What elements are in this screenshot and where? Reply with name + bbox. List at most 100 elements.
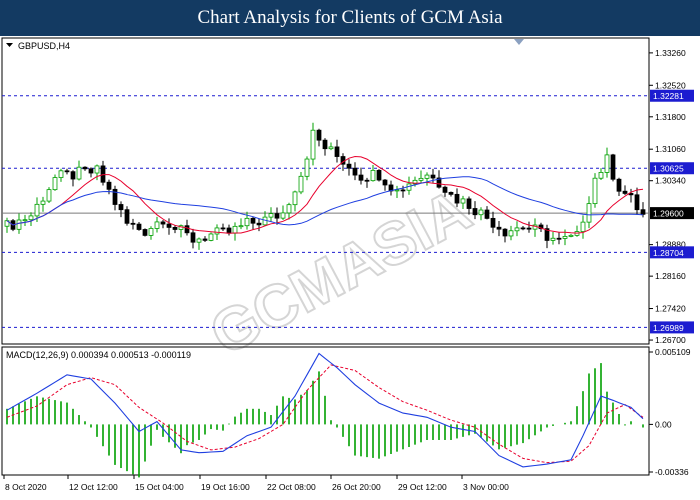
candle-body [550, 237, 556, 241]
candle-body [244, 217, 250, 227]
candle-body [502, 228, 508, 237]
candle-body [190, 232, 196, 243]
candle-body [172, 226, 178, 230]
candle-body [256, 222, 262, 226]
candle-body [418, 177, 424, 181]
candle-body [610, 154, 616, 180]
candle-body [622, 190, 628, 194]
candle-body [166, 223, 172, 228]
candle-body [136, 223, 142, 230]
level-label: 1.26989 [653, 323, 684, 333]
candle-body [358, 174, 364, 181]
candle-body [100, 165, 106, 183]
y-tick-label: 1.26700 [655, 335, 686, 345]
macd-y-tick-label: 0.00 [655, 419, 672, 429]
chart-area: GCMASIA 1.33260 1.32520 1.31800 1.31060 1.30… [1, 37, 694, 492]
candle-body [562, 236, 568, 239]
candle-body [106, 181, 112, 190]
candle-body [130, 222, 136, 225]
candle-body [490, 217, 496, 228]
y-tick-label: 1.27420 [655, 304, 686, 314]
candle-body [70, 171, 76, 180]
candle-body [568, 234, 574, 237]
candle-body [160, 221, 166, 225]
candle-body [472, 208, 478, 216]
y-tick-label: 1.32520 [655, 80, 686, 90]
candle-body [556, 237, 562, 240]
page-title: Chart Analysis for Clients of GCM Asia [0, 0, 700, 36]
candle-body [274, 213, 280, 219]
candle-body [598, 172, 604, 179]
candle-body [64, 170, 70, 173]
candle-body [58, 170, 64, 178]
candle-body [148, 228, 154, 236]
price-panel-title: GBPUSD,H4 [18, 41, 70, 51]
x-tick-label: 15 Oct 04:00 [135, 482, 184, 492]
x-tick-label: 3 Nov 00:00 [463, 482, 509, 492]
macd-y-tick-label: -0.00336 [655, 467, 689, 477]
watermark: GCMASIA [200, 176, 482, 368]
candle-body [226, 227, 232, 234]
candle-body [580, 221, 586, 232]
candle-body [220, 227, 226, 230]
candle-body [592, 177, 598, 205]
level-label: 1.28704 [653, 248, 684, 258]
y-tick-label: 1.30340 [655, 176, 686, 186]
candle-body [280, 212, 286, 219]
symbol-dropdown-icon[interactable] [6, 43, 13, 47]
candle-body [496, 226, 502, 230]
candle-body [238, 225, 244, 228]
candle-body [424, 174, 430, 179]
candle-body [346, 163, 352, 169]
candle-body [466, 198, 472, 209]
candle-body [76, 166, 82, 180]
chart-shift-marker[interactable] [514, 39, 524, 45]
candle-body [124, 209, 130, 224]
candle-body [292, 191, 298, 206]
slow-moving-average-line [6, 176, 644, 226]
y-tick-label: 1.28160 [655, 271, 686, 281]
candle-body [634, 194, 640, 211]
x-tick-label: 19 Oct 16:00 [201, 482, 250, 492]
x-tick-label: 26 Oct 20:00 [332, 482, 381, 492]
x-tick-label: 29 Oct 12:00 [398, 482, 447, 492]
candle-body [82, 166, 88, 170]
candle-body [298, 175, 304, 193]
candle-body [286, 204, 292, 214]
candle-body [88, 168, 94, 174]
candle-body [448, 191, 454, 195]
candle-body [430, 174, 436, 179]
candle-body [142, 229, 148, 236]
candle-body [184, 225, 190, 234]
candle-body [442, 186, 448, 193]
candle-body [454, 193, 460, 204]
candle-body [16, 219, 22, 230]
candle-body [526, 227, 532, 230]
chart-screenshot: Chart Analysis for Clients of GCM Asia G… [0, 0, 700, 500]
candle-body [196, 238, 202, 243]
candle-body [328, 146, 334, 150]
macd-layer [6, 352, 644, 478]
candle-body [508, 230, 514, 237]
macd-y-tick-label: 0.005109 [655, 347, 691, 357]
x-tick-label: 8 Oct 2020 [5, 482, 47, 492]
y-tick-label: 1.31060 [655, 144, 686, 154]
candle-body [118, 204, 124, 211]
candle-body [310, 129, 316, 160]
candle-body [316, 129, 322, 141]
y-tick-label: 1.33260 [655, 48, 686, 58]
level-label: 1.32281 [653, 91, 684, 101]
candle-body [202, 238, 208, 241]
candle-body [586, 203, 592, 223]
candle-body [40, 200, 46, 205]
candle-body [22, 219, 28, 222]
candle-body [46, 189, 52, 202]
candle-body [250, 217, 256, 224]
candle-body [232, 225, 238, 234]
candle-body [28, 215, 34, 221]
candle-body [640, 209, 646, 215]
candle-body [616, 178, 622, 192]
y-tick-label: 1.31800 [655, 112, 686, 122]
candle-body [208, 233, 214, 241]
candle-body [382, 179, 388, 186]
